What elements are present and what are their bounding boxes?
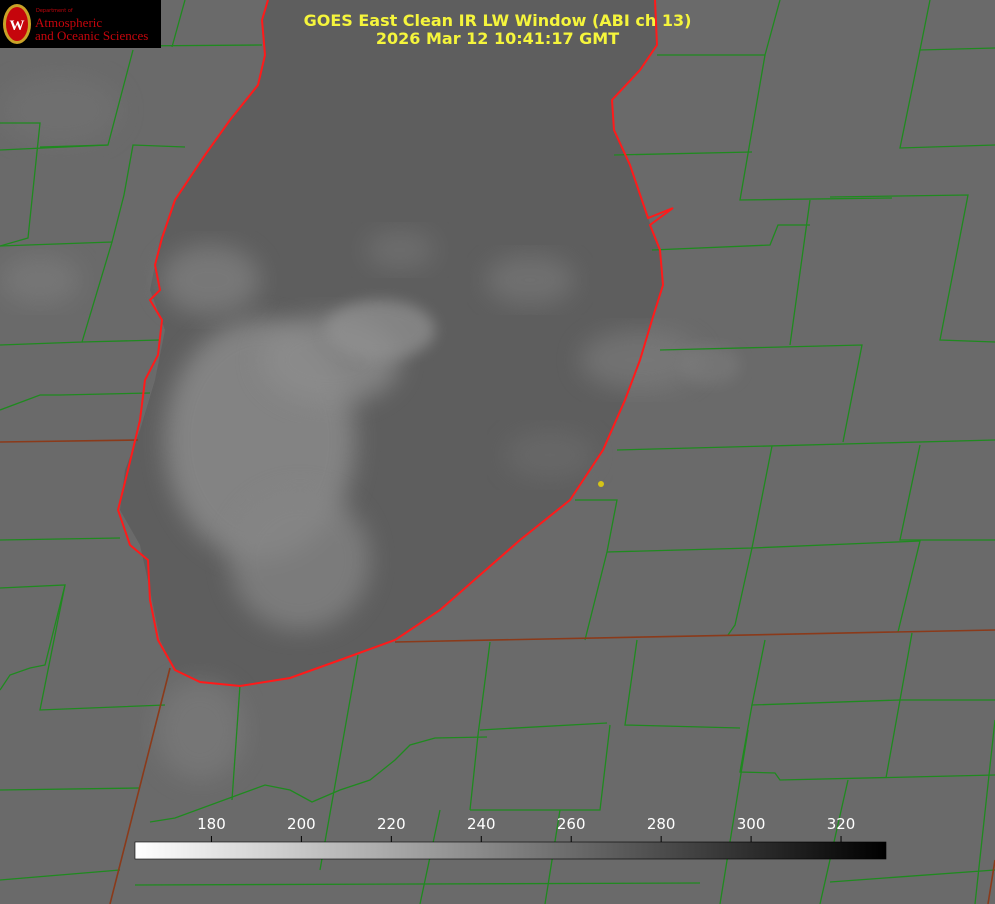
title-timestamp: 2026 Mar 12 10:41:17 GMT: [375, 29, 620, 48]
satellite-map: [0, 0, 995, 904]
map-title: GOES East Clean IR LW Window (ABI ch 13)…: [0, 12, 995, 48]
location-marker: [598, 481, 604, 487]
title-line-1: GOES East Clean IR LW Window (ABI ch 13): [303, 11, 692, 30]
colorbar-gradient: [134, 841, 887, 860]
